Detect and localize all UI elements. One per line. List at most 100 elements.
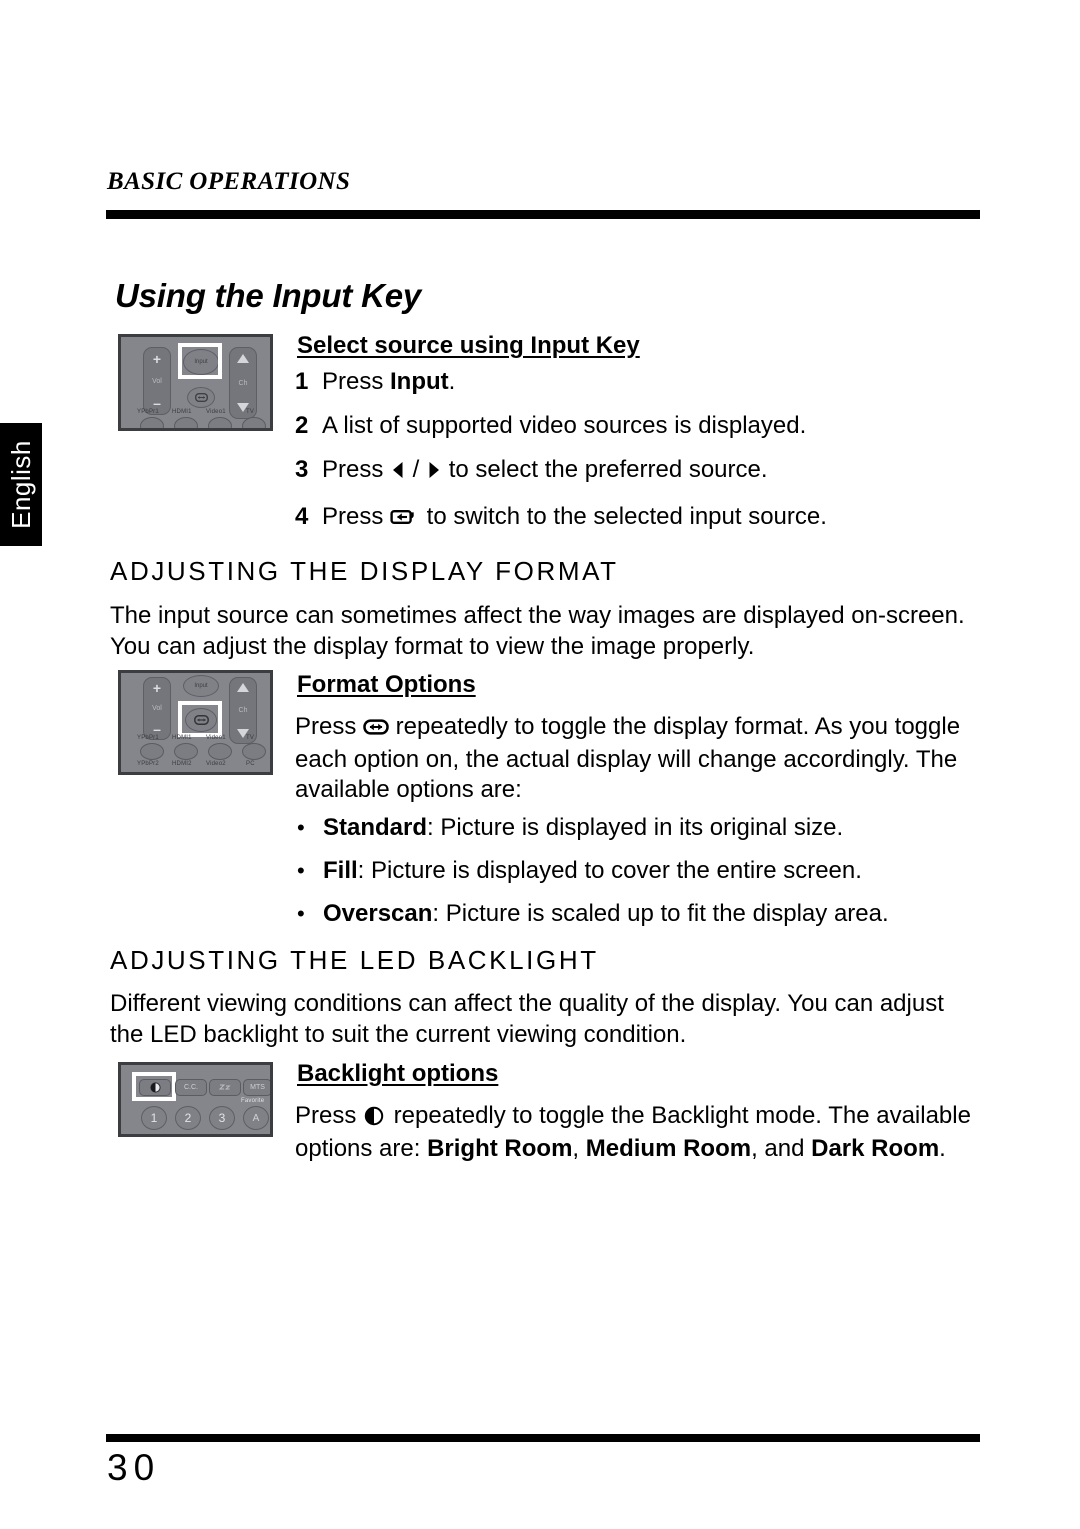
mts-button: MTS — [243, 1079, 270, 1096]
step-2: 2 A list of supported video sources is d… — [295, 411, 975, 441]
step-1-text-after: . — [448, 368, 456, 395]
source-label-video1: Video1 — [206, 409, 226, 415]
channel-label: Ch — [238, 707, 248, 714]
remote-figure-backlight: C.C. MTS Favorite 1 2 3 A — [118, 1062, 273, 1137]
source-label-ypbpr1: YPbPr1 — [137, 409, 159, 415]
backlight-sep-1: , — [572, 1135, 586, 1162]
backlight-option-1: Bright Room — [427, 1135, 573, 1162]
source-key-tv — [242, 417, 266, 428]
sub-head-format-options: Format Options — [297, 671, 476, 698]
source-label-tv: TV — [246, 735, 255, 741]
backlight-button-highlight — [132, 1072, 176, 1101]
bullet-text: Overscan: Picture is scaled up to fit th… — [323, 899, 977, 929]
bullet-term: Overscan — [323, 900, 433, 927]
step-3-text-after: to select the preferred source. — [442, 456, 768, 483]
step-4-number: 4 — [295, 503, 309, 530]
volume-up-label: + — [152, 351, 162, 367]
sleep-icon — [218, 1084, 231, 1090]
format-button — [187, 387, 215, 408]
source-key-hdmi1 — [174, 417, 198, 428]
paragraph-backlight-press: Press repeatedly to toggle the Backlight… — [295, 1101, 975, 1164]
number-key-1: 1 — [141, 1106, 167, 1130]
favorite-key-a: A — [243, 1106, 269, 1130]
bullet-desc: : Picture is displayed to cover the enti… — [357, 857, 862, 884]
backlight-option-3: Dark Room — [811, 1135, 940, 1162]
list-item: • Fill: Picture is displayed to cover th… — [297, 856, 977, 886]
language-side-tab: English — [0, 423, 42, 546]
channel-label: Ch — [238, 379, 248, 387]
volume-up-label: + — [152, 680, 162, 696]
number-key-3: 3 — [209, 1106, 235, 1130]
running-head: BASIC OPERATIONS — [107, 168, 351, 195]
sub-head-select-source: Select source using Input Key — [297, 332, 640, 359]
list-item: • Overscan: Picture is scaled up to fit … — [297, 899, 977, 929]
backlight-contrast-key-icon — [363, 1104, 387, 1134]
bullet-dot: • — [297, 901, 305, 926]
paragraph-display-format: The input source can sometimes affect th… — [110, 602, 965, 660]
paragraph-led-backlight: Different viewing conditions can affect … — [110, 990, 944, 1048]
volume-down-label: – — [153, 395, 161, 411]
bullet-text: Fill: Picture is displayed to cover the … — [323, 856, 977, 886]
source-key-hdmi1 — [174, 743, 198, 760]
sub-head-backlight-options: Backlight options — [297, 1060, 499, 1087]
closed-caption-button: C.C. — [175, 1079, 207, 1096]
channel-up-icon — [237, 354, 249, 363]
source-label-pc: PC — [246, 761, 255, 767]
step-1-text: Press Input. — [322, 367, 975, 397]
input-button-label: Input — [194, 683, 208, 689]
step-3-text: Press / to select the preferred source. — [322, 455, 975, 488]
input-key-steps: 1 Press Input. 2 A list of supported vid… — [295, 367, 975, 549]
sleep-button — [209, 1079, 241, 1096]
step-2-text: A list of supported video sources is dis… — [322, 412, 807, 439]
left-arrow-key-icon — [390, 458, 406, 488]
step-4-text-after: to switch to the selected input source. — [420, 503, 827, 530]
channel-rocker: Ch — [229, 677, 257, 744]
page-number: 30 — [107, 1447, 161, 1488]
backlight-end: . — [939, 1135, 946, 1162]
source-label-hdmi2: HDMI2 — [172, 761, 192, 767]
language-tab-label: English — [5, 440, 36, 529]
volume-rocker: + Vol – — [143, 347, 171, 415]
format-press-before: Press — [295, 713, 364, 740]
step-3-slash: / — [406, 456, 427, 483]
number-key-2: 2 — [175, 1106, 201, 1130]
step-3: 3 Press / to select the preferred source… — [295, 455, 975, 488]
input-button: Input — [183, 675, 219, 697]
favorite-label: Favorite — [241, 1098, 265, 1104]
section-heading-led-backlight: ADJUSTING THE LED BACKLIGHT — [110, 945, 599, 975]
step-3-text-before: Press — [322, 456, 391, 483]
footer-rule — [106, 1434, 980, 1442]
source-label-ypbpr2: YPbPr2 — [137, 761, 159, 767]
channel-up-icon — [237, 683, 249, 692]
bullet-desc: : Picture is scaled up to fit the displa… — [432, 900, 889, 927]
volume-label: Vol — [152, 705, 162, 712]
format-key-icon — [194, 393, 208, 402]
backlight-option-2: Medium Room — [585, 1135, 752, 1162]
backlight-sep-2: , and — [751, 1135, 812, 1162]
step-4-text: Press to switch to the selected input so… — [322, 502, 975, 535]
source-label-video1: Video1 — [206, 735, 226, 741]
backlight-press-before: Press — [295, 1102, 364, 1129]
source-key-video1 — [208, 417, 232, 428]
source-label-ypbpr1: YPbPr1 — [137, 735, 159, 741]
header-rule — [106, 210, 980, 219]
source-key-video1 — [208, 743, 232, 760]
step-1: 1 Press Input. — [295, 367, 975, 397]
input-button-highlight — [178, 343, 222, 379]
bullet-term: Standard — [323, 814, 428, 841]
volume-down-label: – — [153, 721, 161, 737]
bullet-desc: : Picture is displayed in its original s… — [427, 814, 844, 841]
bullet-term: Fill — [323, 857, 358, 884]
right-arrow-key-icon — [426, 458, 442, 488]
volume-label: Vol — [152, 377, 162, 385]
bullet-dot: • — [297, 815, 305, 840]
bullet-text: Standard: Picture is displayed in its or… — [323, 813, 977, 843]
bullet-dot: • — [297, 858, 305, 883]
format-button-highlight — [178, 701, 222, 737]
volume-rocker: + Vol – — [143, 677, 171, 740]
source-key-tv — [242, 743, 266, 760]
paragraph-format-press: Press repeatedly to toggle the display f… — [295, 712, 975, 805]
step-3-number: 3 — [295, 456, 309, 483]
format-options-list: • Standard: Picture is displayed in its … — [297, 813, 977, 942]
step-1-text-bold: Input — [390, 368, 449, 395]
